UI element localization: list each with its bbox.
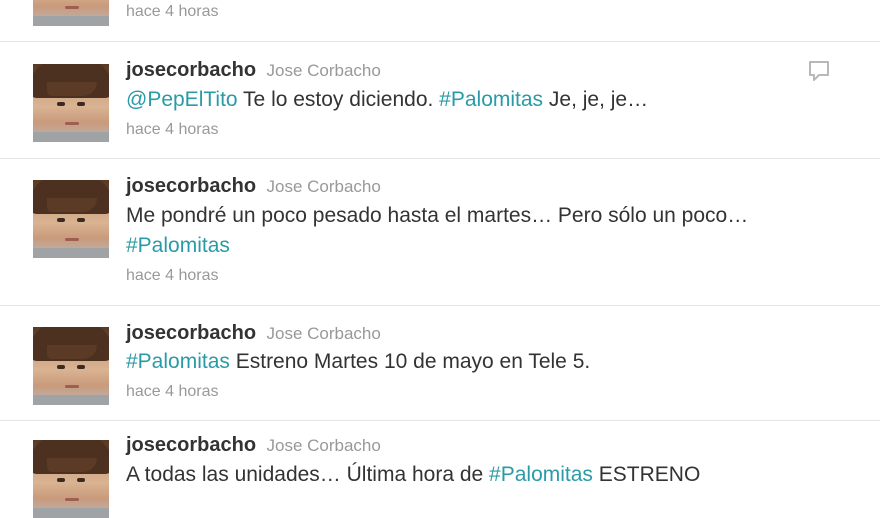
hashtag-link[interactable]: #Palomitas (489, 463, 593, 486)
avatar[interactable] (33, 327, 109, 405)
tweet-item: josecorbacho Jose Corbacho A todas las u… (0, 421, 880, 518)
tweet-item: hace 4 horas (0, 0, 880, 42)
tweet-text-segment: ESTRENO (592, 463, 701, 486)
tweet-timestamp[interactable]: hace 4 horas (126, 121, 219, 139)
tweet-text-segment: Estreno Martes 10 de mayo en Tele 5. (229, 350, 591, 373)
tweet-screen-name[interactable]: josecorbacho (126, 59, 256, 81)
tweet-timestamp[interactable]: hace 4 horas (126, 3, 219, 21)
hashtag-link[interactable]: #Palomitas (439, 88, 543, 111)
tweet-text: @PepElTito Te lo estoy diciendo. #Palomi… (126, 85, 846, 115)
mention-link[interactable]: @PepElTito (126, 88, 238, 111)
tweet-item: josecorbacho Jose Corbacho @PepElTito Te… (0, 42, 880, 159)
tweet-text-segment: A todas las unidades… Última hora de (126, 463, 490, 486)
tweet-text-segment: Me pondré un poco pesado hasta el martes… (126, 204, 749, 227)
tweet-feed: hace 4 horas josecorbacho Jose Corbacho … (0, 0, 880, 518)
tweet-full-name: Jose Corbacho (266, 177, 381, 196)
tweet-full-name: Jose Corbacho (266, 436, 381, 455)
tweet-text: Me pondré un poco pesado hasta el martes… (126, 201, 846, 261)
tweet-screen-name[interactable]: josecorbacho (126, 175, 256, 197)
tweet-text-segment: Te lo estoy diciendo. (237, 88, 440, 111)
tweet-full-name: Jose Corbacho (266, 61, 381, 80)
tweet-item: josecorbacho Jose Corbacho #Palomitas Es… (0, 306, 880, 421)
reply-icon[interactable] (808, 60, 830, 82)
tweet-text: #Palomitas Estreno Martes 10 de mayo en … (126, 347, 846, 377)
tweet-full-name: Jose Corbacho (266, 324, 381, 343)
tweet-timestamp[interactable]: hace 4 horas (126, 383, 219, 401)
tweet-timestamp[interactable]: hace 4 horas (126, 267, 219, 285)
hashtag-link[interactable]: #Palomitas (126, 350, 230, 373)
tweet-screen-name[interactable]: josecorbacho (126, 434, 256, 456)
avatar[interactable] (33, 180, 109, 258)
avatar[interactable] (33, 64, 109, 142)
tweet-item: josecorbacho Jose Corbacho Me pondré un … (0, 159, 880, 306)
hashtag-link[interactable]: #Palomitas (126, 234, 230, 257)
tweet-text-segment: Je, je, je… (543, 88, 649, 111)
tweet-text: A todas las unidades… Última hora de #Pa… (126, 460, 846, 490)
avatar[interactable] (33, 0, 109, 26)
tweet-screen-name[interactable]: josecorbacho (126, 322, 256, 344)
avatar[interactable] (33, 440, 109, 518)
